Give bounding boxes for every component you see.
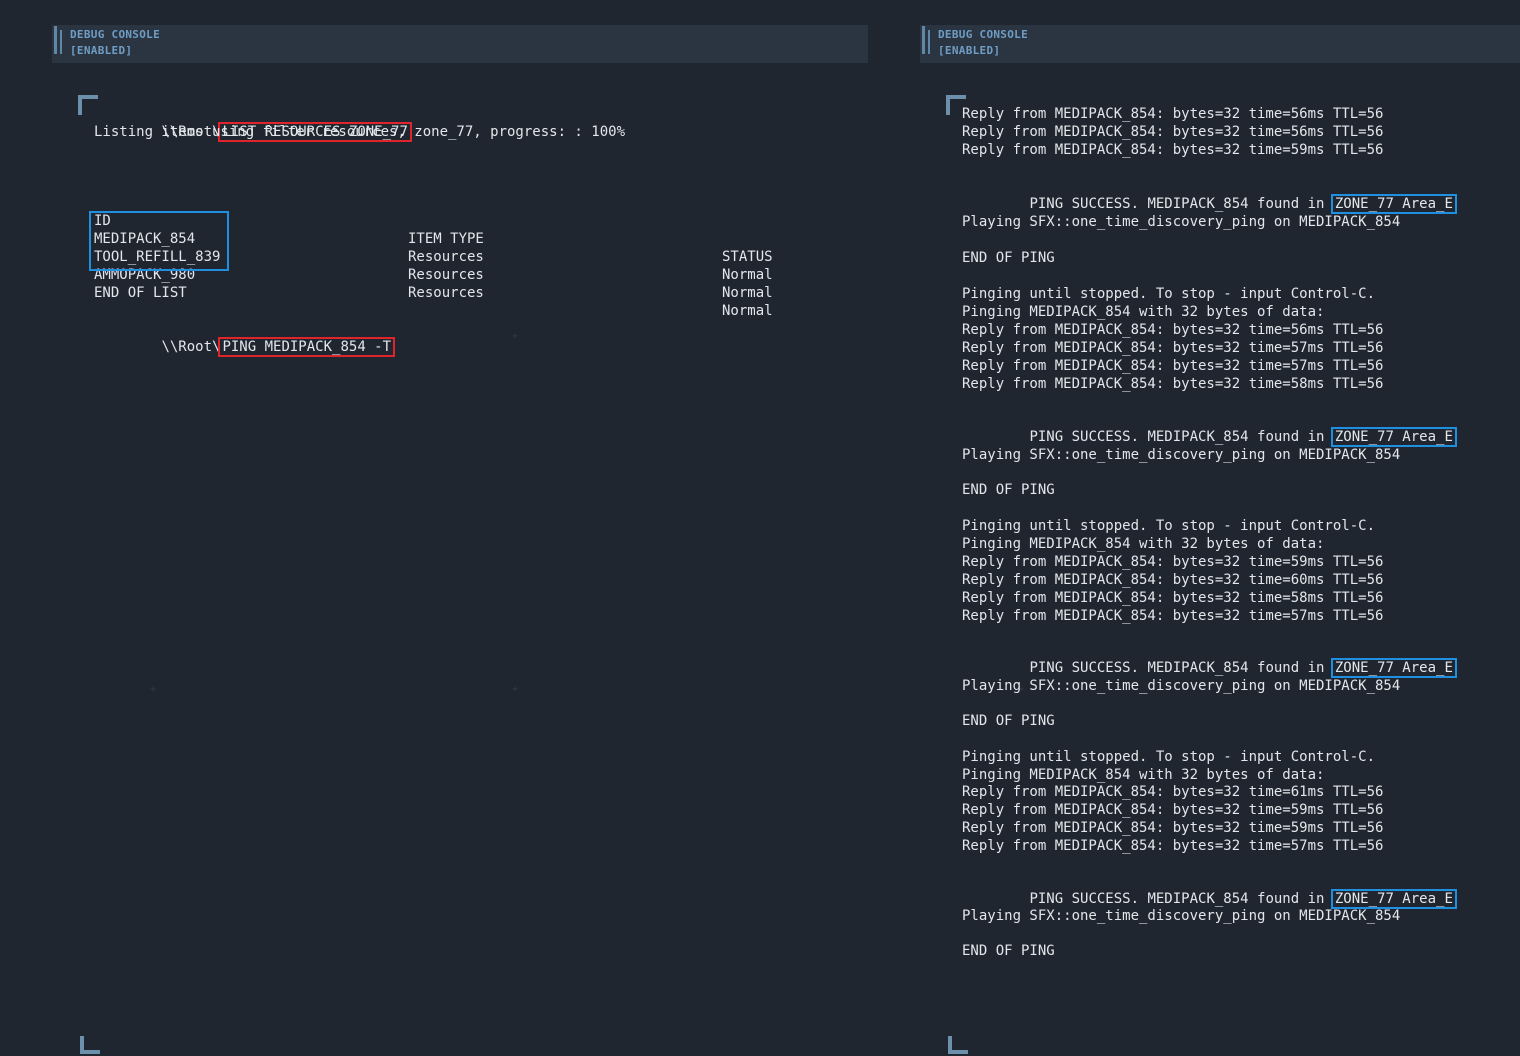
sfx-line: Playing SFX::one_time_discovery_ping on … — [962, 678, 1401, 694]
pinging-with-line: Pinging MEDIPACK_854 with 32 bytes of da… — [962, 767, 1325, 783]
end-of-ping-line: END OF PING — [962, 250, 1055, 266]
header-accent-mark — [54, 26, 57, 54]
end-of-ping-line: END OF PING — [962, 713, 1055, 729]
grid-cross-icon: + — [150, 684, 157, 695]
ping-success-line: PING SUCCESS. MEDIPACK_854 found in ZONE… — [962, 872, 1457, 909]
item-type: Resources — [408, 285, 484, 301]
ping-success-line: PING SUCCESS. MEDIPACK_854 found in ZONE… — [962, 177, 1457, 214]
console-status: [ENABLED] — [938, 44, 1001, 57]
right-console-panel: DEBUG CONSOLE [ENABLED] + Reply from MED… — [868, 0, 1520, 1056]
pinging-until-line: Pinging until stopped. To stop - input C… — [962, 749, 1376, 765]
header-accent-mark — [60, 30, 62, 54]
corner-bracket-icon — [80, 1036, 100, 1054]
sfx-line: Playing SFX::one_time_discovery_ping on … — [962, 447, 1401, 463]
item-status: Normal — [722, 285, 773, 301]
header-accent-mark — [922, 26, 925, 54]
ping-reply-line: Reply from MEDIPACK_854: bytes=32 time=5… — [962, 142, 1384, 158]
highlighted-command: PING MEDIPACK_854 -T — [218, 337, 396, 357]
prompt: \\Root\ — [161, 339, 221, 355]
pinging-with-line: Pinging MEDIPACK_854 with 32 bytes of da… — [962, 304, 1325, 320]
ping-success-text: PING SUCCESS. MEDIPACK_854 found in — [1029, 196, 1333, 212]
location-highlight: ZONE_77 Area_E — [1330, 194, 1457, 214]
ping-success-text: PING SUCCESS. MEDIPACK_854 found in — [1029, 660, 1333, 676]
console-title: DEBUG CONSOLE — [70, 28, 160, 41]
ping-reply-line: Reply from MEDIPACK_854: bytes=32 time=5… — [962, 340, 1384, 356]
table-header-row: ID ITEM TYPE STATUS — [94, 194, 854, 265]
terminal-output[interactable]: \\Root\ LIST RESOURCES ZONE_77 Listing it… — [89, 105, 854, 365]
location-highlight: ZONE_77 Area_E — [1330, 658, 1457, 678]
terminal-output[interactable]: Reply from MEDIPACK_854: bytes=32 time=5… — [962, 105, 1502, 965]
console-status: [ENABLED] — [70, 44, 133, 57]
console-header: DEBUG CONSOLE [ENABLED] — [70, 27, 160, 59]
location-highlight: ZONE_77 Area_E — [1330, 427, 1457, 447]
ping-reply-line: Reply from MEDIPACK_854: bytes=32 time=5… — [962, 802, 1384, 818]
sfx-line: Playing SFX::one_time_discovery_ping on … — [962, 214, 1401, 230]
pinging-with-line: Pinging MEDIPACK_854 with 32 bytes of da… — [962, 536, 1325, 552]
grid-cross-icon: + — [512, 684, 519, 695]
corner-bracket-icon — [948, 1036, 968, 1054]
console-title: DEBUG CONSOLE — [938, 28, 1028, 41]
ping-reply-line: Reply from MEDIPACK_854: bytes=32 time=5… — [962, 358, 1384, 374]
id-highlight-box — [89, 211, 229, 271]
item-status: Normal — [722, 303, 773, 319]
header-accent-mark — [928, 30, 930, 54]
ping-reply-line: Reply from MEDIPACK_854: bytes=32 time=5… — [962, 590, 1384, 606]
ping-reply-line: Reply from MEDIPACK_854: bytes=32 time=5… — [962, 838, 1384, 854]
ping-reply-line: Reply from MEDIPACK_854: bytes=32 time=5… — [962, 554, 1384, 570]
console-header-bar — [52, 25, 868, 63]
screen: DEBUG CONSOLE [ENABLED] + + + \\Root\ LIS… — [0, 0, 1520, 1056]
item-status: Normal — [722, 267, 773, 283]
ping-success-line: PING SUCCESS. MEDIPACK_854 found in ZONE… — [962, 410, 1457, 447]
command-line: \\Root\ PING MEDIPACK_854 -T — [94, 320, 396, 357]
ping-reply-line: Reply from MEDIPACK_854: bytes=32 time=5… — [962, 820, 1384, 836]
ping-reply-line: Reply from MEDIPACK_854: bytes=32 time=5… — [962, 106, 1384, 122]
ping-success-text: PING SUCCESS. MEDIPACK_854 found in — [1029, 429, 1333, 445]
console-header: DEBUG CONSOLE [ENABLED] — [938, 27, 1028, 59]
ping-reply-line: Reply from MEDIPACK_854: bytes=32 time=5… — [962, 608, 1384, 624]
ping-reply-line: Reply from MEDIPACK_854: bytes=32 time=5… — [962, 376, 1384, 392]
pinging-until-line: Pinging until stopped. To stop - input C… — [962, 286, 1376, 302]
location-highlight: ZONE_77 Area_E — [1330, 889, 1457, 909]
ping-success-text: PING SUCCESS. MEDIPACK_854 found in — [1029, 891, 1333, 907]
ping-reply-line: Reply from MEDIPACK_854: bytes=32 time=5… — [962, 322, 1384, 338]
ping-reply-line: Reply from MEDIPACK_854: bytes=32 time=6… — [962, 572, 1384, 588]
left-console-panel: DEBUG CONSOLE [ENABLED] + + + \\Root\ LIS… — [0, 0, 868, 1056]
ping-reply-line: Reply from MEDIPACK_854: bytes=32 time=5… — [962, 124, 1384, 140]
end-of-ping-line: END OF PING — [962, 943, 1055, 959]
ping-reply-line: Reply from MEDIPACK_854: bytes=32 time=6… — [962, 784, 1384, 800]
end-of-ping-line: END OF PING — [962, 482, 1055, 498]
end-of-list-line: END OF LIST — [94, 285, 187, 301]
listing-status-line: Listing items using filter resources, zo… — [94, 124, 626, 140]
sfx-line: Playing SFX::one_time_discovery_ping on … — [962, 908, 1401, 924]
ping-success-line: PING SUCCESS. MEDIPACK_854 found in ZONE… — [962, 641, 1457, 678]
pinging-until-line: Pinging until stopped. To stop - input C… — [962, 518, 1376, 534]
command-line: \\Root\ LIST RESOURCES ZONE_77 — [94, 105, 412, 142]
item-type: Resources — [408, 267, 484, 283]
